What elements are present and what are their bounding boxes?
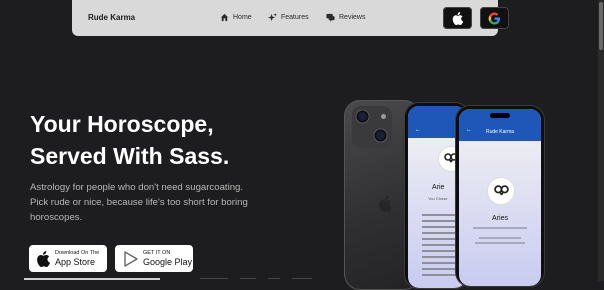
text-line	[475, 242, 525, 244]
section-divider	[24, 278, 160, 280]
scrollbar-thumb[interactable]	[599, 2, 603, 50]
nav-link-home[interactable]: Home	[220, 13, 252, 22]
hero-subtitle-line-1: Astrology for people who don't need suga…	[30, 182, 244, 193]
apple-logo-icon	[379, 196, 392, 212]
chat-icon	[326, 13, 335, 22]
hero-subtitle: Astrology for people who don't need suga…	[30, 180, 260, 225]
hero-subtitle-line-2: Pick rude or nice, because life's too sh…	[30, 197, 248, 208]
camera-module	[352, 106, 392, 148]
camera-lens	[373, 128, 388, 143]
play-triangle-icon	[124, 250, 138, 267]
hero-title-line-1: Your Horoscope,	[30, 111, 214, 137]
text-line	[422, 256, 457, 258]
text-line	[422, 274, 460, 276]
camera-lens	[355, 109, 370, 124]
aries-sign-circle	[487, 177, 515, 205]
nav-link-reviews[interactable]: Reviews	[326, 13, 365, 22]
text-line	[422, 238, 460, 240]
camera-flash	[381, 114, 386, 119]
google-play-big-text: Google Play	[143, 256, 193, 267]
app-store-badge-text: Download On The App Store	[55, 250, 99, 268]
partial-sign-subtitle: You Chose	[428, 196, 448, 201]
partial-sign-name: Arie	[432, 184, 445, 191]
text-line	[422, 268, 458, 270]
hero-title-line-2: Served With Sass.	[30, 143, 230, 169]
text-line	[479, 237, 521, 239]
text-line	[422, 214, 460, 216]
apple-store-button[interactable]	[443, 7, 472, 29]
phone-screen-mockup-front: ← Rude Karma Aries	[456, 106, 544, 286]
nav-link-home-label: Home	[233, 14, 252, 21]
nav-link-features-label: Features	[281, 14, 309, 21]
back-arrow-icon: ←	[415, 127, 421, 133]
text-line	[422, 220, 458, 222]
ram-icon	[493, 184, 509, 195]
google-icon	[488, 11, 501, 25]
app-store-small-text: Download On The	[55, 249, 100, 256]
divider-dash	[292, 278, 312, 279]
apple-icon	[37, 250, 50, 267]
google-play-badge[interactable]: GET IT ON Google Play	[115, 245, 193, 272]
text-line	[422, 226, 460, 228]
app-store-big-text: App Store	[55, 256, 96, 267]
brand-logo-text[interactable]: Rude Karma	[88, 13, 135, 22]
hero-subtitle-line-3: horoscopes.	[30, 212, 83, 223]
divider-dash	[240, 278, 256, 279]
google-play-small-text: GET IT ON	[143, 249, 171, 256]
divider-dash	[268, 278, 280, 279]
google-play-badge-text: GET IT ON Google Play	[143, 250, 192, 268]
screen-app-title: Rude Karma	[485, 129, 515, 135]
sign-name: Aries	[492, 215, 508, 222]
nav-link-reviews-label: Reviews	[339, 14, 366, 21]
nav-link-features[interactable]: Features	[268, 13, 309, 22]
sparkle-icon	[268, 13, 277, 22]
hero-title: Your Horoscope, Served With Sass.	[30, 108, 229, 172]
google-play-square-button[interactable]	[480, 7, 509, 29]
text-line	[422, 262, 460, 264]
phone-screen: ← Rude Karma Aries	[459, 109, 541, 286]
dynamic-island	[490, 113, 510, 118]
apple-icon	[452, 11, 464, 25]
text-line	[422, 232, 456, 234]
text-line	[422, 244, 458, 246]
top-navbar: Rude Karma Home Features Reviews	[72, 0, 509, 36]
home-icon	[220, 13, 229, 22]
divider-dash	[200, 278, 228, 279]
text-line	[473, 227, 527, 229]
text-line	[422, 250, 460, 252]
app-store-badge[interactable]: Download On The App Store	[29, 245, 107, 272]
